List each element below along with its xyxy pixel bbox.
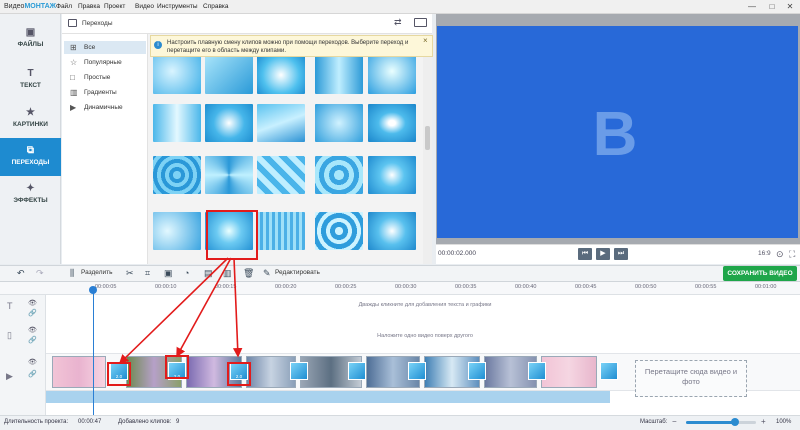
duration-value: 00:00:47 (78, 419, 102, 425)
scale-label: Масштаб: (640, 419, 668, 425)
duration-label: Длительность проекта: (4, 419, 69, 425)
selected-transition-highlight (206, 210, 258, 260)
arrow-1 (118, 257, 229, 365)
zoom-slider-handle[interactable] (731, 418, 739, 426)
zoom-in-icon[interactable]: + (761, 417, 766, 426)
arrow-3 (232, 257, 243, 358)
clips-label: Добавлено клипов: (118, 419, 172, 425)
clips-value: 9 (176, 419, 180, 425)
zoom-slider-fill (686, 421, 735, 424)
annotation-arrows (118, 257, 243, 365)
arrow-2 (176, 257, 232, 358)
zoom-out-icon[interactable]: − (672, 417, 677, 426)
zoom-percent: 100% (776, 419, 792, 425)
